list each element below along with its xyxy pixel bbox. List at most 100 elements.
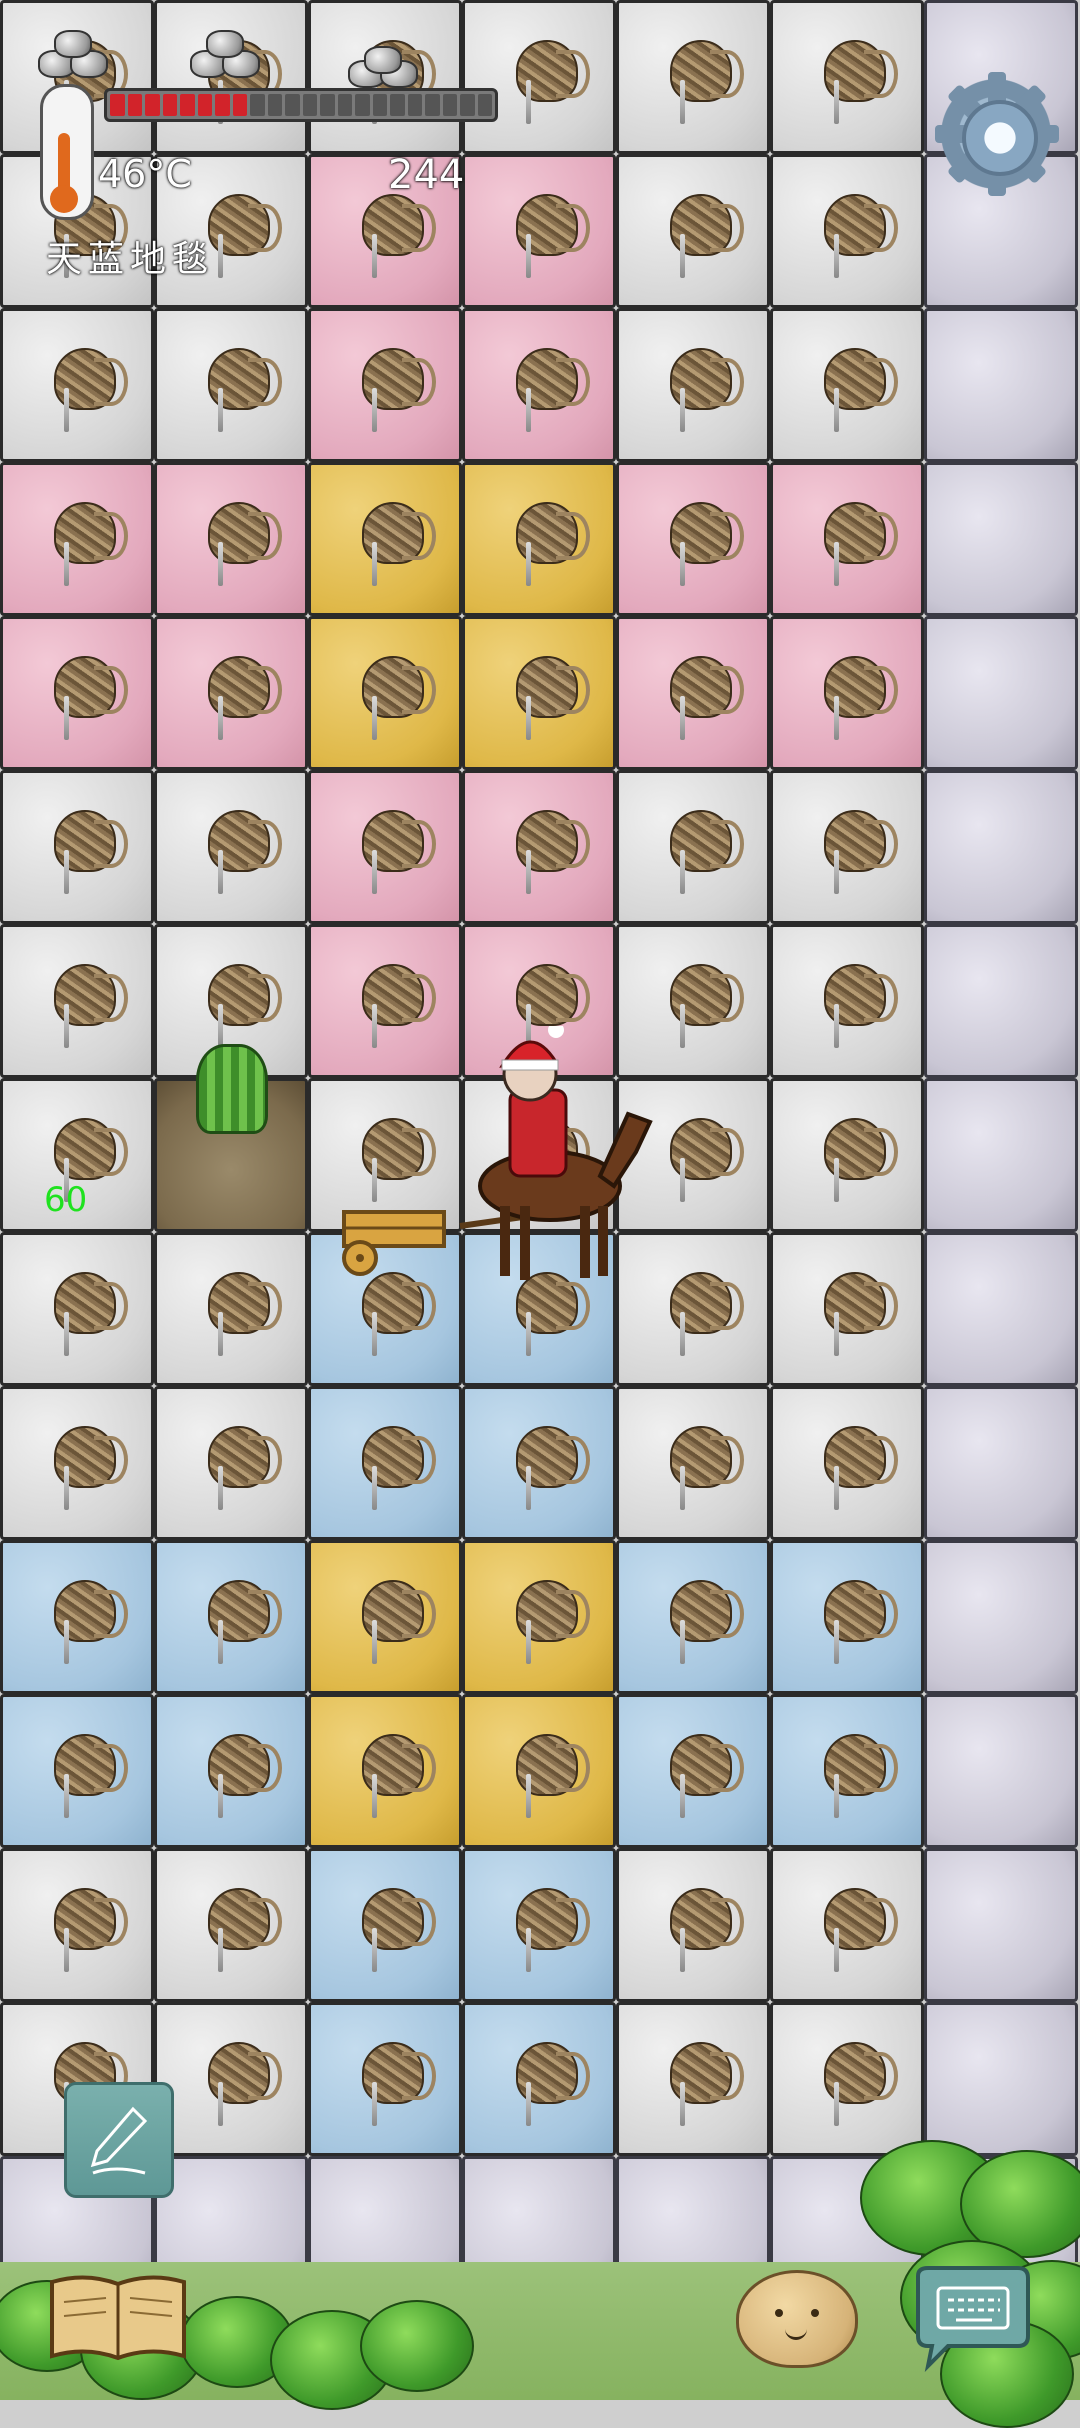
bush[interactable] <box>360 2300 474 2392</box>
bedroll[interactable] <box>358 1580 436 1664</box>
rock-pile[interactable] <box>24 20 120 90</box>
rock-pile[interactable] <box>334 20 430 90</box>
chat-keyboard-button[interactable] <box>908 2264 1038 2373</box>
bedroll[interactable] <box>666 1734 744 1818</box>
bedroll[interactable] <box>204 1426 282 1510</box>
bedroll[interactable] <box>820 1118 898 1202</box>
bedroll[interactable] <box>512 1580 590 1664</box>
bedroll[interactable] <box>820 348 898 432</box>
bedroll[interactable] <box>358 810 436 894</box>
bedroll[interactable] <box>820 810 898 894</box>
recipe-book-button[interactable] <box>46 2268 190 2364</box>
wooden-cart[interactable] <box>336 1206 456 1276</box>
food-meter-segment <box>215 94 230 116</box>
stone-floor-tile[interactable] <box>924 1848 1078 2002</box>
bedroll[interactable] <box>820 964 898 1048</box>
bedroll[interactable] <box>512 2042 590 2126</box>
bedroll[interactable] <box>512 502 590 586</box>
bedroll[interactable] <box>50 1426 128 1510</box>
bedroll[interactable] <box>512 40 590 124</box>
bedroll[interactable] <box>666 40 744 124</box>
bedroll[interactable] <box>50 810 128 894</box>
bedroll[interactable] <box>512 1734 590 1818</box>
bedroll[interactable] <box>50 1272 128 1356</box>
bedroll[interactable] <box>666 656 744 740</box>
bedroll[interactable] <box>820 1426 898 1510</box>
stone-floor-tile[interactable] <box>924 1694 1078 1848</box>
bedroll[interactable] <box>358 1272 436 1356</box>
bedroll[interactable] <box>50 1888 128 1972</box>
bedroll[interactable] <box>50 964 128 1048</box>
rock-pile[interactable] <box>176 20 272 90</box>
bedroll[interactable] <box>820 1580 898 1664</box>
cactus[interactable] <box>196 1044 268 1134</box>
bedroll[interactable] <box>666 348 744 432</box>
bedroll[interactable] <box>50 1734 128 1818</box>
bedroll[interactable] <box>666 1580 744 1664</box>
bedroll[interactable] <box>204 1580 282 1664</box>
bedroll[interactable] <box>358 1888 436 1972</box>
stone-floor-tile[interactable] <box>924 462 1078 616</box>
bedroll[interactable] <box>50 502 128 586</box>
player-on-horse[interactable] <box>440 1022 660 1286</box>
stone-floor-tile[interactable] <box>924 1540 1078 1694</box>
bedroll[interactable] <box>204 1272 282 1356</box>
bedroll[interactable] <box>820 40 898 124</box>
bedroll[interactable] <box>666 964 744 1048</box>
bedroll[interactable] <box>666 810 744 894</box>
bedroll[interactable] <box>512 656 590 740</box>
bedroll[interactable] <box>666 502 744 586</box>
bedroll[interactable] <box>204 1888 282 1972</box>
stone-floor-tile[interactable] <box>924 924 1078 1078</box>
bedroll[interactable] <box>50 656 128 740</box>
bedroll[interactable] <box>204 1734 282 1818</box>
bedroll[interactable] <box>512 810 590 894</box>
bedroll[interactable] <box>358 656 436 740</box>
bedroll[interactable] <box>666 1118 744 1202</box>
bedroll[interactable] <box>358 2042 436 2126</box>
bedroll[interactable] <box>666 1426 744 1510</box>
bedroll[interactable] <box>358 964 436 1048</box>
bedroll[interactable] <box>358 1118 436 1202</box>
bedroll[interactable] <box>820 656 898 740</box>
stone-floor-tile[interactable] <box>924 308 1078 462</box>
bedroll[interactable] <box>820 2042 898 2126</box>
bedroll[interactable] <box>204 964 282 1048</box>
bedroll[interactable] <box>666 1888 744 1972</box>
stone-floor-tile[interactable] <box>924 1078 1078 1232</box>
stone-floor-tile[interactable] <box>924 616 1078 770</box>
bedroll[interactable] <box>820 194 898 278</box>
bedroll[interactable] <box>204 656 282 740</box>
bedroll[interactable] <box>512 194 590 278</box>
bedroll[interactable] <box>666 1272 744 1356</box>
edit-button[interactable] <box>64 2082 174 2198</box>
bedroll[interactable] <box>50 1580 128 1664</box>
stone-floor-tile[interactable] <box>924 770 1078 924</box>
stone-floor-tile[interactable] <box>924 1232 1078 1386</box>
bedroll[interactable] <box>204 810 282 894</box>
bedroll[interactable] <box>820 1734 898 1818</box>
bedroll[interactable] <box>50 348 128 432</box>
bedroll[interactable] <box>512 1426 590 1510</box>
bedroll[interactable] <box>358 1734 436 1818</box>
bedroll[interactable] <box>512 1888 590 1972</box>
stone-floor-tile[interactable] <box>924 2002 1078 2156</box>
bedroll[interactable] <box>204 502 282 586</box>
stone-floor-tile[interactable] <box>924 1386 1078 1540</box>
potato-face-icon[interactable] <box>736 2270 858 2368</box>
bedroll[interactable] <box>666 2042 744 2126</box>
bedroll[interactable] <box>512 348 590 432</box>
bedroll[interactable] <box>512 964 590 1048</box>
bedroll[interactable] <box>820 1272 898 1356</box>
bedroll[interactable] <box>358 348 436 432</box>
bedroll[interactable] <box>204 348 282 432</box>
bedroll[interactable] <box>358 194 436 278</box>
bedroll[interactable] <box>358 1426 436 1510</box>
bedroll[interactable] <box>358 502 436 586</box>
gear-icon[interactable] <box>934 72 1059 196</box>
bedroll[interactable] <box>50 1118 128 1202</box>
bedroll[interactable] <box>820 1888 898 1972</box>
bedroll[interactable] <box>666 194 744 278</box>
bedroll[interactable] <box>820 502 898 586</box>
bedroll[interactable] <box>204 2042 282 2126</box>
